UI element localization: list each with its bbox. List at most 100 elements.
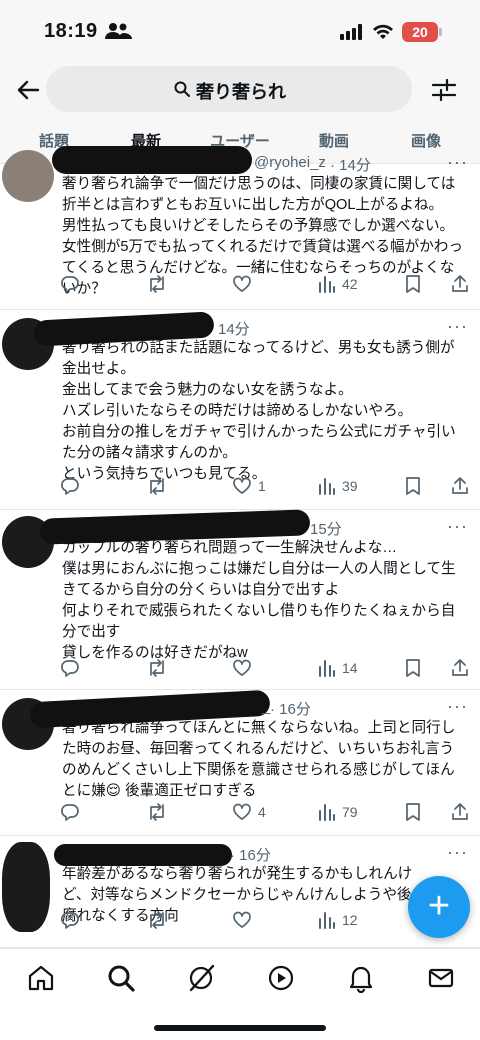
- search-icon[interactable]: [106, 963, 136, 993]
- bookmark-icon: [406, 275, 420, 293]
- avatar[interactable]: [2, 150, 54, 202]
- reply-icon: [61, 478, 79, 495]
- redacted-username: [54, 844, 232, 866]
- share-icon: [452, 477, 468, 494]
- share-icon: [452, 803, 468, 820]
- post[interactable]: _ · 16分 ··· 奢り奢られ論争ってほんとに無くならないね。上司と同行した…: [0, 689, 480, 836]
- repost-button[interactable]: [146, 908, 174, 932]
- video-icon[interactable]: [266, 963, 296, 993]
- heart-icon: [233, 659, 251, 676]
- views-icon: [319, 276, 335, 293]
- repost-button[interactable]: [146, 800, 174, 824]
- compose-plus-icon: +: [427, 885, 451, 927]
- avatar[interactable]: [2, 842, 50, 932]
- share-button[interactable]: [450, 656, 470, 680]
- bookmark-icon: [406, 803, 420, 821]
- status-bar: 18:19 20: [0, 0, 480, 62]
- bottom-navigation: [0, 948, 480, 1040]
- status-time: 18:19: [44, 20, 98, 42]
- bookmark-button[interactable]: [404, 474, 422, 498]
- more-options-icon[interactable]: ···: [447, 842, 468, 863]
- reply-button[interactable]: [60, 908, 86, 932]
- reply-icon: [61, 660, 79, 677]
- search-input[interactable]: 奢り奢られ: [46, 66, 412, 112]
- home-icon[interactable]: [26, 963, 56, 993]
- repost-icon: [150, 911, 164, 929]
- post-actions: 1 39: [60, 474, 472, 498]
- views-icon: [319, 804, 335, 821]
- redacted-username: [52, 146, 252, 174]
- share-icon: [452, 659, 468, 676]
- views-count: 12: [342, 912, 358, 928]
- more-options-icon[interactable]: ···: [447, 152, 468, 173]
- views-icon: [319, 912, 335, 929]
- post[interactable]: @ryohei_z · 14分 ··· 奢り奢られ論争で一個だけ思うのは、同棲の…: [0, 146, 480, 310]
- bookmark-icon: [406, 477, 420, 495]
- like-count: 4: [258, 804, 266, 820]
- reply-button[interactable]: [60, 656, 86, 680]
- like-count: 1: [258, 478, 266, 494]
- post-actions: 14: [60, 656, 472, 680]
- views-button[interactable]: 79: [318, 800, 358, 824]
- views-button[interactable]: 39: [318, 474, 358, 498]
- compose-button[interactable]: +: [408, 876, 470, 938]
- repost-icon: [150, 275, 164, 293]
- more-options-icon[interactable]: ···: [447, 516, 468, 537]
- views-button[interactable]: 12: [318, 908, 358, 932]
- repost-icon: [150, 659, 164, 677]
- views-button[interactable]: 14: [318, 656, 358, 680]
- like-button[interactable]: [232, 908, 258, 932]
- reply-button[interactable]: [60, 800, 86, 824]
- search-header: 奢り奢られ: [0, 62, 480, 120]
- like-button[interactable]: 4: [232, 800, 266, 824]
- grok-icon[interactable]: [186, 963, 216, 993]
- post[interactable]: 14分 ··· 奢り奢られの話また話題になってるけど、男も女も誘う側が金出せよ。…: [0, 310, 480, 510]
- back-arrow-icon[interactable]: [14, 76, 42, 104]
- notifications-icon[interactable]: [346, 963, 376, 994]
- heart-icon: [233, 477, 251, 494]
- views-count: 79: [342, 804, 358, 820]
- repost-button[interactable]: [146, 474, 174, 498]
- post-time: · 14分: [330, 157, 371, 174]
- share-icon: [452, 275, 468, 292]
- views-icon: [319, 478, 335, 495]
- more-options-icon[interactable]: ···: [447, 696, 468, 717]
- views-button[interactable]: 42: [318, 272, 358, 296]
- share-button[interactable]: [450, 272, 470, 296]
- bookmark-button[interactable]: [404, 272, 422, 296]
- views-count: 42: [342, 276, 358, 292]
- wifi-icon: [372, 22, 394, 45]
- filter-settings-icon[interactable]: [430, 76, 458, 104]
- post-time: · 16分: [230, 847, 271, 864]
- repost-button[interactable]: [146, 656, 174, 680]
- cellular-signal-icon: [340, 24, 364, 45]
- views-count: 14: [342, 660, 358, 676]
- reply-icon: [61, 276, 79, 293]
- share-button[interactable]: [450, 800, 470, 824]
- reply-button[interactable]: [60, 272, 86, 296]
- people-icon: [104, 22, 134, 45]
- bookmark-button[interactable]: [404, 656, 422, 680]
- post-time: 15分: [310, 521, 342, 538]
- post[interactable]: 15分 ··· カップルの奢り奢られ問題って一生解決せんよな… 僕は男におんぶに…: [0, 509, 480, 690]
- heart-icon: [233, 275, 251, 292]
- reply-button[interactable]: [60, 474, 86, 498]
- repost-icon: [150, 477, 164, 495]
- tab-videos[interactable]: 動画: [319, 130, 349, 151]
- heart-icon: [233, 911, 251, 928]
- like-button[interactable]: 1: [232, 474, 266, 498]
- share-button[interactable]: [450, 474, 470, 498]
- battery-cap: [439, 28, 442, 36]
- like-button[interactable]: [232, 272, 258, 296]
- heart-icon: [233, 803, 251, 820]
- post-handle[interactable]: @ryohei_z: [254, 154, 326, 171]
- post-actions: 4 79: [60, 800, 472, 824]
- more-options-icon[interactable]: ···: [447, 316, 468, 337]
- messages-icon[interactable]: [426, 963, 456, 993]
- home-indicator: [154, 1025, 326, 1031]
- post-text: カップルの奢り奢られ問題って一生解決せんよな… 僕は男におんぶに抱っこは嫌だし自…: [62, 540, 456, 661]
- like-button[interactable]: [232, 656, 258, 680]
- tab-images[interactable]: 画像: [411, 130, 441, 151]
- repost-button[interactable]: [146, 272, 174, 296]
- bookmark-button[interactable]: [404, 800, 422, 824]
